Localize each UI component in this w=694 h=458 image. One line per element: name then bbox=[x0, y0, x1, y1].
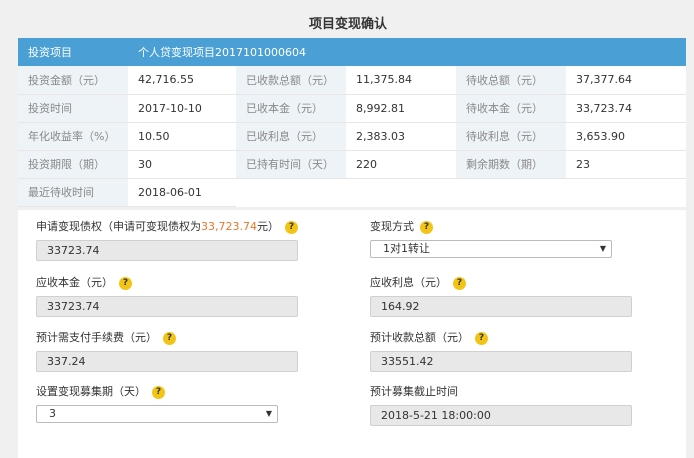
period-select[interactable]: 3 ▼ bbox=[36, 405, 278, 423]
total-field: 预计收款总额（元）? 33551.42 bbox=[370, 330, 632, 372]
table-row: 投资金额（元） 42,716.55 已收款总额（元） 11,375.84 待收总… bbox=[18, 66, 686, 95]
row-value: 11,375.84 bbox=[346, 66, 456, 95]
row-label: 剩余期数（期） bbox=[456, 150, 566, 179]
table-row: 年化收益率（%） 10.50 已收利息（元） 2,383.03 待收利息（元） … bbox=[18, 122, 686, 151]
row-value: 220 bbox=[346, 150, 456, 179]
row-label: 年化收益率（%） bbox=[18, 122, 128, 151]
row-value: 37,377.64 bbox=[566, 66, 686, 95]
method-label: 变现方式? bbox=[370, 219, 612, 235]
interest-field: 应收利息（元）? 164.92 bbox=[370, 275, 632, 317]
row-label: 已收款总额（元） bbox=[236, 66, 346, 95]
fee-input: 337.24 bbox=[36, 351, 298, 372]
apply-amount-label: 申请变现债权（申请可变现债权为33,723.74元）? bbox=[36, 219, 298, 235]
row-label: 已收本金（元） bbox=[236, 94, 346, 123]
row-value: 2,383.03 bbox=[346, 122, 456, 151]
cashout-form: 申请变现债权（申请可变现债权为33,723.74元）? 33723.74 应收本… bbox=[18, 210, 686, 458]
period-field: 设置变现募集期（天）? 3 ▼ bbox=[36, 384, 278, 423]
period-label: 设置变现募集期（天）? bbox=[36, 384, 278, 400]
interest-label: 应收利息（元）? bbox=[370, 275, 632, 291]
row-value: 30 bbox=[128, 150, 236, 179]
deadline-field: 预计募集截止时间 2018-5-21 18:00:00 bbox=[370, 384, 632, 426]
row-value: 10.50 bbox=[128, 122, 236, 151]
row-label: 最近待收时间 bbox=[18, 178, 128, 207]
interest-input: 164.92 bbox=[370, 296, 632, 317]
principal-field: 应收本金（元）? 33723.74 bbox=[36, 275, 298, 317]
fee-field: 预计需支付手续费（元）? 337.24 bbox=[36, 330, 298, 372]
row-label: 投资期限（期） bbox=[18, 150, 128, 179]
help-icon[interactable]: ? bbox=[453, 276, 466, 290]
row-value: 23 bbox=[566, 150, 686, 179]
deadline-label: 预计募集截止时间 bbox=[370, 385, 458, 398]
help-icon[interactable]: ? bbox=[475, 331, 488, 345]
row-value: 3,653.90 bbox=[566, 122, 686, 151]
page-title: 项目变现确认 bbox=[308, 17, 387, 32]
available-amount: 33,723.74 bbox=[201, 220, 257, 233]
method-field: 变现方式? 1对1转让 ▼ bbox=[370, 219, 612, 258]
row-value: 33,723.74 bbox=[566, 94, 686, 123]
help-icon[interactable]: ? bbox=[119, 276, 132, 290]
row-label: 待收本金（元） bbox=[456, 94, 566, 123]
principal-input: 33723.74 bbox=[36, 296, 298, 317]
row-label: 已收利息（元） bbox=[236, 122, 346, 151]
dropdown-arrow-icon: ▼ bbox=[265, 409, 272, 418]
total-input: 33551.42 bbox=[370, 351, 632, 372]
help-icon[interactable]: ? bbox=[284, 220, 298, 234]
help-icon[interactable]: ? bbox=[163, 331, 176, 345]
row-label: 投资时间 bbox=[18, 94, 128, 123]
project-label: 投资项目 bbox=[18, 38, 128, 66]
row-value: 2017-10-10 bbox=[128, 94, 236, 123]
row-value: 42,716.55 bbox=[128, 66, 236, 95]
row-value: 2018-06-01 bbox=[128, 178, 236, 207]
row-label: 待收利息（元） bbox=[456, 122, 566, 151]
table-header-row: 投资项目 个人贷变现项目2017101000604 bbox=[18, 38, 686, 66]
row-label: 已持有时间（天） bbox=[236, 150, 346, 179]
help-icon[interactable]: ? bbox=[420, 220, 433, 234]
table-row: 投资期限（期） 30 已持有时间（天） 220 剩余期数（期） 23 bbox=[18, 150, 686, 179]
help-icon[interactable]: ? bbox=[152, 385, 165, 399]
deadline-input: 2018-5-21 18:00:00 bbox=[370, 405, 632, 426]
project-info-table: 投资项目 个人贷变现项目2017101000604 投资金额（元） 42,716… bbox=[18, 38, 686, 207]
row-filler bbox=[236, 178, 686, 206]
apply-amount-field: 申请变现债权（申请可变现债权为33,723.74元）? 33723.74 bbox=[36, 219, 298, 261]
table-row: 投资时间 2017-10-10 已收本金（元） 8,992.81 待收本金（元）… bbox=[18, 94, 686, 123]
fee-label: 预计需支付手续费（元）? bbox=[36, 330, 298, 346]
dropdown-arrow-icon: ▼ bbox=[599, 244, 606, 253]
project-name: 个人贷变现项目2017101000604 bbox=[128, 38, 686, 66]
principal-label: 应收本金（元）? bbox=[36, 275, 298, 291]
method-select[interactable]: 1对1转让 ▼ bbox=[370, 240, 612, 258]
apply-amount-input[interactable]: 33723.74 bbox=[36, 240, 298, 261]
table-row: 最近待收时间 2018-06-01 bbox=[18, 178, 686, 207]
row-label: 投资金额（元） bbox=[18, 66, 128, 95]
row-label: 待收总额（元） bbox=[456, 66, 566, 95]
confirm-page: 项目变现确认 投资项目 个人贷变现项目2017101000604 投资金额（元）… bbox=[10, 0, 686, 458]
total-label: 预计收款总额（元）? bbox=[370, 330, 632, 346]
row-value: 8,992.81 bbox=[346, 94, 456, 123]
